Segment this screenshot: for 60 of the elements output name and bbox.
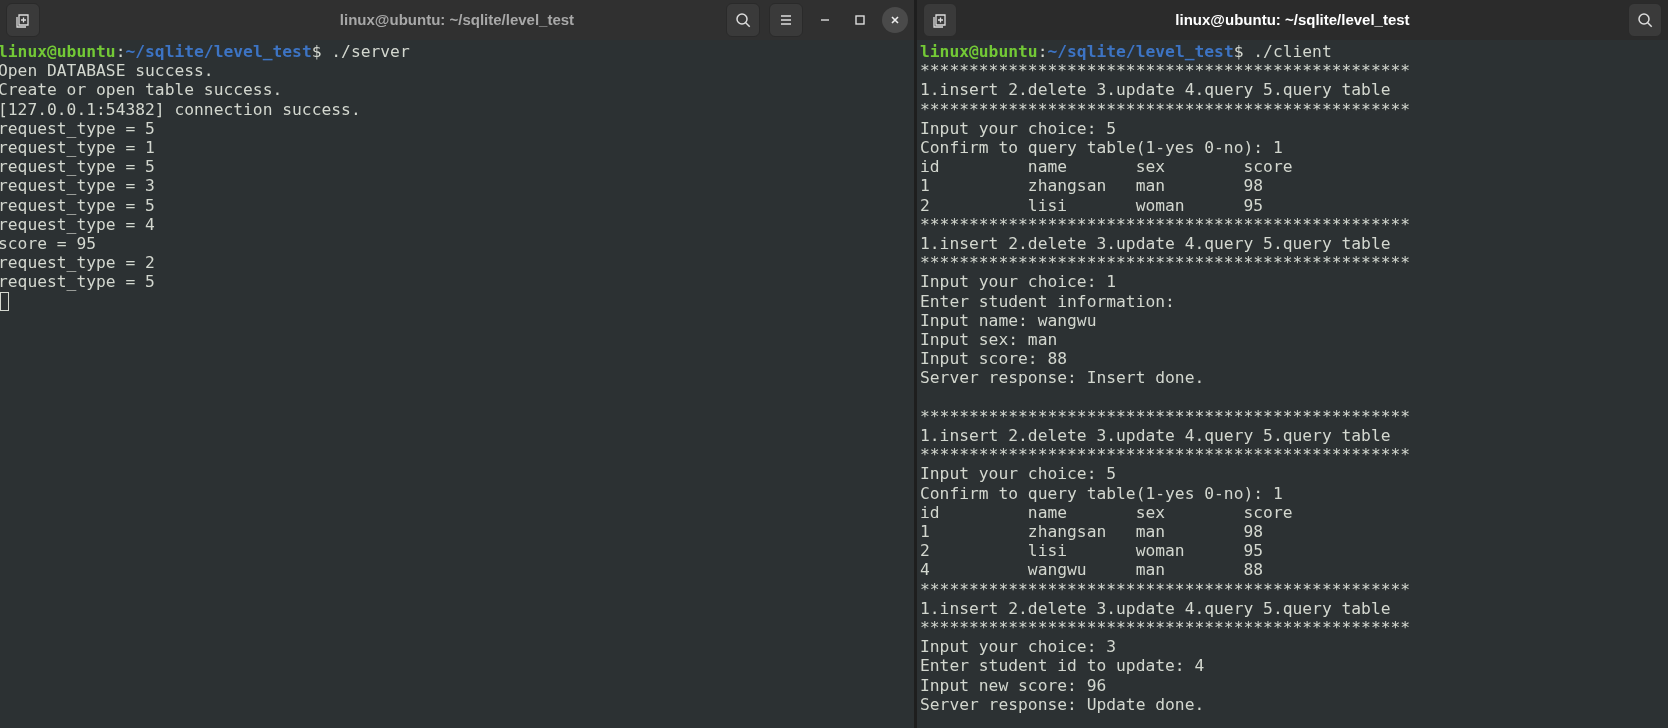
text-cursor: [0, 291, 9, 311]
output-line: 2 lisi woman 95: [920, 195, 1264, 215]
output-line: request_type = 5: [0, 157, 155, 177]
output-line: **************************************************: [920, 253, 1411, 273]
output-line: **************************************************: [920, 99, 1411, 119]
output-line: score = 95: [0, 234, 97, 254]
output-line: Input your choice: 5: [920, 464, 1117, 484]
window-title: linux@ubuntu: ~/sqlite/level_test: [1175, 9, 1410, 30]
output-line: request_type = 2: [0, 253, 155, 273]
output-line: **************************************************: [920, 61, 1411, 81]
output-line: request_type = 4: [0, 214, 155, 235]
output-line: Enter student information:: [920, 291, 1175, 311]
window-title: linux@ubuntu: ~/sqlite/level_test: [339, 9, 575, 30]
output-line: Input score: 88: [920, 349, 1068, 369]
output-line: 1.insert 2.delete 3.update 4.query 5.query table: [920, 80, 1391, 100]
new-tab-icon: [15, 12, 31, 28]
output-line: request_type = 3: [0, 176, 155, 196]
output-line: Input your choice: 5: [920, 118, 1117, 138]
search-button[interactable]: [1628, 3, 1662, 37]
output-line: **************************************************: [920, 618, 1411, 638]
output-line: request_type = 1: [0, 138, 155, 158]
maximize-icon: [852, 12, 868, 28]
output-line: Input sex: man: [920, 330, 1058, 350]
output-line: 4 wangwu man 88: [920, 560, 1264, 580]
output-line: 1 zhangsan man 98: [920, 522, 1264, 542]
output-line: request_type = 5: [0, 272, 155, 292]
search-icon: [735, 12, 751, 28]
output-line: **************************************************: [920, 214, 1411, 235]
output-line: Confirm to query table(1-yes 0-no): 1: [920, 138, 1283, 158]
output-line: Input your choice: 3: [920, 637, 1117, 657]
output-line: 1 zhangsan man 98: [920, 176, 1264, 196]
new-tab-button[interactable]: [923, 3, 957, 37]
output-line: request_type = 5: [0, 195, 155, 215]
output-line: 1.insert 2.delete 3.update 4.query 5.query table: [920, 598, 1391, 619]
output-line: id name sex score: [920, 157, 1293, 177]
minimize-icon: [821, 19, 829, 21]
output-line: Input new score: 96: [920, 675, 1107, 695]
search-button[interactable]: [726, 3, 760, 37]
output-line: Input name: wangwu: [920, 310, 1097, 331]
output-line: [127.0.0.1:54382] connection success.: [0, 99, 361, 119]
menu-button[interactable]: [769, 3, 803, 37]
output-line: 2 lisi woman 95: [920, 541, 1264, 561]
close-button[interactable]: [882, 7, 908, 33]
new-tab-button[interactable]: [6, 3, 40, 37]
output-line: 1.insert 2.delete 3.update 4.query 5.query table: [920, 234, 1391, 254]
menu-icon: [778, 12, 794, 28]
new-tab-icon: [932, 12, 948, 28]
output-line: request_type = 5: [0, 118, 155, 138]
output-line: id name sex score: [920, 502, 1293, 523]
prompt-line: linux@ubuntu:~/sqlite/level_test$ ./client: [920, 42, 1332, 62]
output-line: **************************************************: [920, 406, 1411, 427]
output-line: Input your choice: 1: [920, 272, 1117, 292]
output-line: Server response: Insert done.: [920, 368, 1205, 388]
search-icon: [1637, 12, 1653, 28]
output-line: **************************************************: [920, 445, 1411, 465]
output-line: 1.insert 2.delete 3.update 4.query 5.query table: [920, 426, 1391, 446]
output-line: **************************************************: [920, 579, 1411, 599]
output-line: Enter student id to update: 4: [920, 656, 1205, 676]
output-line: Confirm to query table(1-yes 0-no): 1: [920, 483, 1283, 503]
output-line: Server response: Update done.: [920, 694, 1205, 715]
